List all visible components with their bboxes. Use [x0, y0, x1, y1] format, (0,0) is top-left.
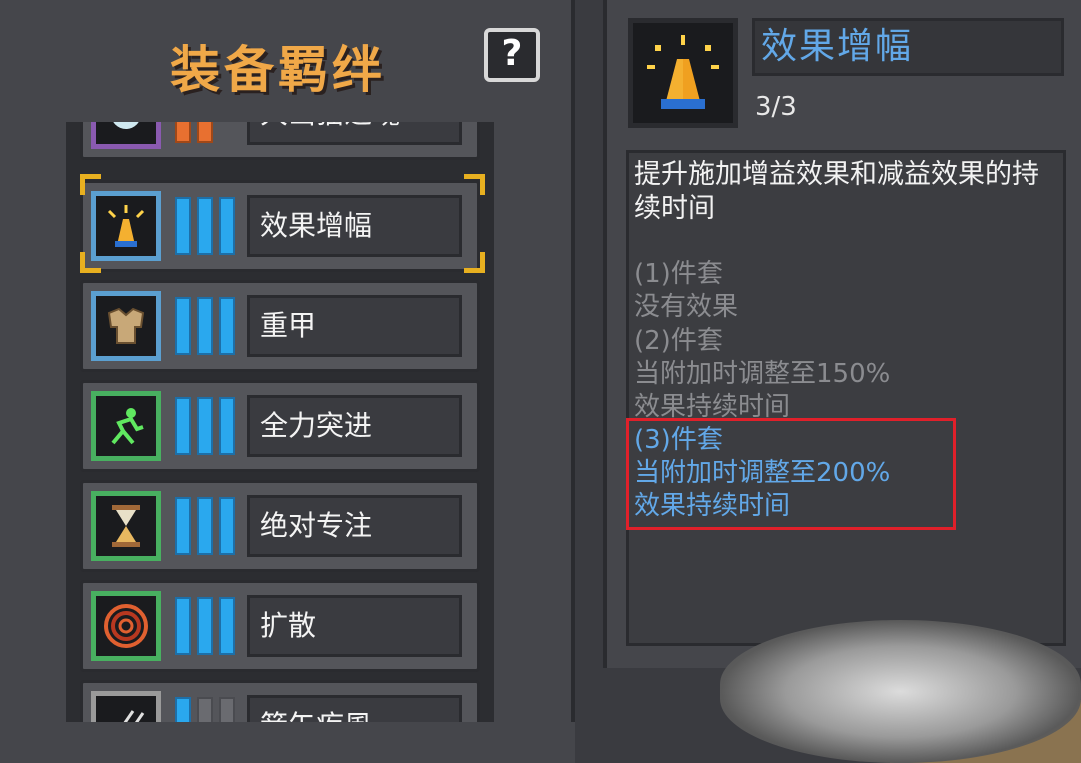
progress-bar-segment [197, 497, 213, 555]
tier-1-line: 没有效果 [634, 292, 739, 322]
selection-corner [464, 174, 485, 195]
set-row-arrow-gale[interactable]: 箭矢疾風 [80, 680, 480, 722]
blurred-watermark [720, 620, 1081, 763]
set-icon-arrow-gale [91, 691, 161, 722]
set-row-effect-amplify[interactable]: 效果增幅 [80, 180, 480, 272]
hourglass-icon [112, 505, 140, 547]
set-name-absolute-focus: 绝对专注 [247, 495, 462, 557]
set-icon-partial [91, 122, 161, 149]
set-row-partial[interactable]: 大山猫之魂 [80, 122, 480, 160]
set-progress-arrow-gale [175, 697, 235, 722]
help-button[interactable]: ? [484, 28, 540, 82]
set-icon-effect-amplify [91, 191, 161, 261]
progress-bar-segment [219, 497, 235, 555]
selection-corner [464, 252, 485, 273]
progress-bar-segment [219, 297, 235, 355]
progress-bar-segment [175, 497, 191, 555]
panel-bottom-edge [0, 722, 575, 763]
set-row-diffusion[interactable]: 扩散 [80, 580, 480, 672]
progress-bar-segment [197, 197, 213, 255]
tier-2-line: 当附加时调整至150% [634, 359, 891, 389]
armor-icon [107, 307, 145, 344]
tier-1-header: (1)件套 [634, 259, 723, 289]
progress-bar-segment [197, 397, 213, 455]
progress-bar-segment [197, 122, 213, 143]
set-name-diffusion: 扩散 [247, 595, 462, 657]
progress-bar-segment [175, 297, 191, 355]
selection-corner [80, 252, 101, 273]
progress-bar-segment [219, 597, 235, 655]
progress-bar-segment [197, 597, 213, 655]
set-name-heavy-armor: 重甲 [247, 295, 462, 357]
set-icon-heavy-armor [91, 291, 161, 361]
set-row-absolute-focus[interactable]: 绝对专注 [80, 480, 480, 572]
selection-corner [80, 174, 101, 195]
progress-bar-segment [197, 697, 213, 722]
progress-bar-segment [219, 197, 235, 255]
detail-icon-frame [628, 18, 738, 128]
progress-bar-segment [219, 697, 235, 722]
progress-bar-segment [175, 122, 191, 143]
set-row-heavy-armor[interactable]: 重甲 [80, 280, 480, 372]
progress-bar-segment [219, 397, 235, 455]
set-progress-absolute-focus [175, 497, 235, 555]
set-progress-diffusion [175, 597, 235, 655]
set-progress-full-charge [175, 397, 235, 455]
set-row-full-charge[interactable]: 全力突进 [80, 380, 480, 472]
arrows-icon [123, 710, 145, 722]
detail-set-name: 效果增幅 [752, 18, 1064, 76]
set-name-full-charge: 全力突进 [247, 395, 462, 457]
panel-title: 装备羁绊 [170, 41, 386, 99]
set-icon-full-charge [91, 391, 161, 461]
progress-bar-segment [197, 297, 213, 355]
progress-bar-segment [175, 697, 191, 722]
set-name-partial: 大山猫之魂 [247, 122, 462, 145]
sprint-icon [111, 408, 144, 445]
progress-bar-segment [175, 197, 191, 255]
set-name-effect-amplify: 效果增幅 [247, 195, 462, 257]
detail-description: 提升施加增益效果和减益效果的持续时间 [634, 159, 1039, 224]
praying-hands-icon [107, 205, 145, 247]
set-icon-absolute-focus [91, 491, 161, 561]
detail-set-level: 3/3 [755, 92, 797, 122]
set-name-arrow-gale: 箭矢疾風 [247, 695, 462, 722]
set-progress-partial [175, 122, 235, 143]
set-progress-effect-amplify [175, 197, 235, 255]
progress-bar-segment [175, 397, 191, 455]
set-progress-heavy-armor [175, 297, 235, 355]
ripple-icon [104, 604, 148, 648]
set-list[interactable]: 大山猫之魂 效果增幅 [66, 122, 494, 722]
praying-hands-icon [647, 35, 719, 109]
active-tier-highlight [626, 418, 956, 530]
progress-bar-segment [175, 597, 191, 655]
crystal-icon [111, 122, 141, 129]
tier-2-header: (2)件套 [634, 326, 723, 356]
set-icon-diffusion [91, 591, 161, 661]
